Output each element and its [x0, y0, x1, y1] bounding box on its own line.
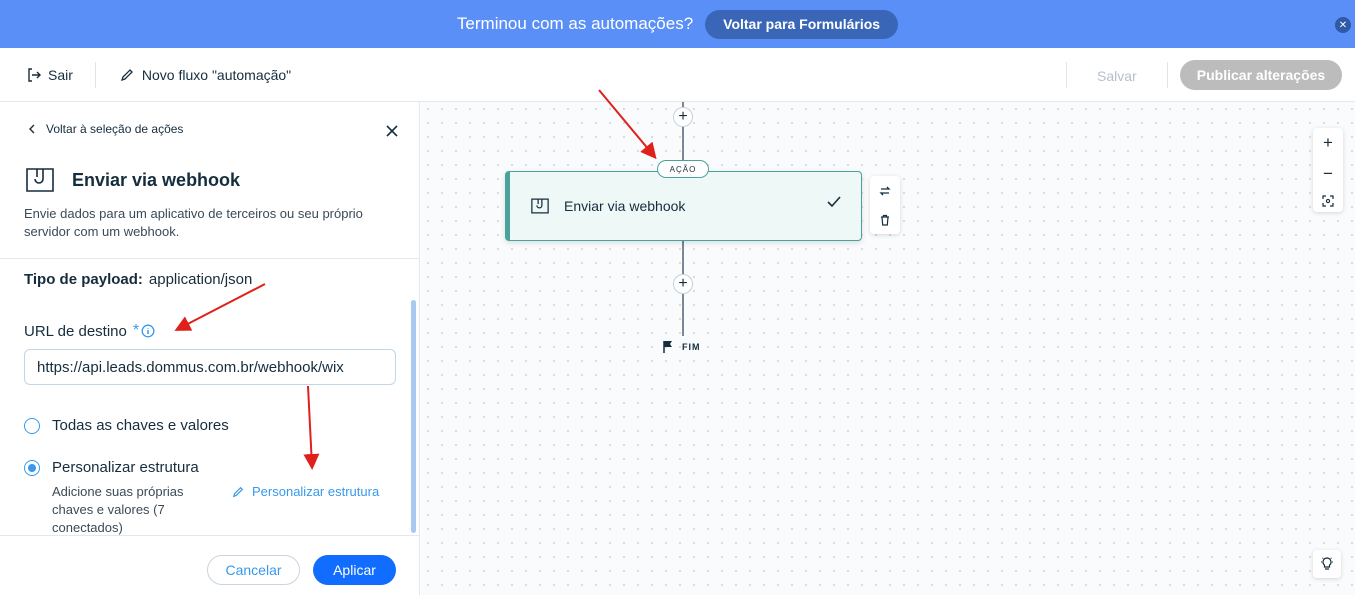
exit-button[interactable]: Sair: [27, 67, 73, 83]
footer-divider: [0, 535, 420, 536]
tips-button[interactable]: [1313, 550, 1341, 578]
panel-title: Enviar via webhook: [24, 166, 240, 194]
exit-icon: [28, 67, 41, 82]
radio-label: Personalizar estrutura: [52, 459, 199, 476]
swap-icon[interactable]: [879, 185, 891, 197]
back-to-forms-button[interactable]: Voltar para Formulários: [705, 9, 899, 39]
action-settings-panel: Voltar à seleção de ações Enviar via web…: [0, 102, 420, 595]
save-button[interactable]: Salvar: [1097, 68, 1137, 84]
custom-structure-description: Adicione suas próprias chaves e valores …: [52, 484, 184, 535]
end-label: FIM: [682, 341, 701, 352]
required-mark: *: [132, 322, 140, 339]
payload-value: application/json: [148, 271, 253, 288]
add-step-button[interactable]: +: [673, 274, 693, 294]
flow-end: FIM: [662, 340, 701, 353]
banner-close-icon[interactable]: ✕: [1335, 17, 1351, 33]
radio-circle[interactable]: [24, 417, 40, 434]
customize-structure-link[interactable]: Personalizar estrutura: [232, 484, 379, 499]
banner-text: Terminou com as automações?: [456, 14, 694, 33]
exit-label: Sair: [48, 66, 73, 83]
card-toolbar: [870, 176, 900, 234]
zoom-controls: + −: [1313, 128, 1343, 212]
payload-label: Tipo de payload:: [24, 271, 143, 288]
publish-button[interactable]: Publicar alterações: [1180, 60, 1342, 90]
fit-screen-icon[interactable]: [1322, 195, 1334, 207]
flag-icon: [663, 341, 672, 353]
back-label: Voltar à seleção de ações: [46, 122, 184, 136]
header-divider: [1066, 62, 1067, 88]
radio-label: Todas as chaves e valores: [52, 417, 229, 434]
payload-type: Tipo de payload: application/json: [24, 271, 252, 288]
trash-icon[interactable]: [879, 214, 891, 226]
add-step-button[interactable]: +: [673, 107, 693, 127]
cancel-button[interactable]: Cancelar: [207, 555, 300, 585]
url-label-text: URL de destino: [24, 322, 127, 340]
pencil-icon: [120, 68, 133, 81]
url-label: URL de destino *: [24, 322, 155, 340]
lightbulb-icon: [1321, 557, 1333, 570]
panel-title-text: Enviar via webhook: [72, 169, 241, 190]
flow-name-edit[interactable]: Novo fluxo "automação": [120, 67, 291, 83]
header-divider: [1167, 62, 1168, 88]
editor-header: Sair Novo fluxo "automação" Salvar Publi…: [0, 48, 1355, 102]
header-divider: [94, 61, 96, 88]
action-tag: AÇÃO: [657, 160, 709, 178]
action-card[interactable]: Enviar via webhook: [505, 171, 862, 241]
panel-description: Envie dados para um aplicativo de tercei…: [24, 206, 363, 239]
chevron-left-icon: [29, 124, 35, 134]
panel-close-button[interactable]: [385, 124, 399, 143]
webhook-icon: [26, 168, 54, 192]
flow-name: Novo fluxo "automação": [141, 66, 292, 83]
radio-all-keys[interactable]: Todas as chaves e valores: [24, 417, 229, 434]
top-banner: Terminou com as automações? Voltar para …: [0, 0, 1355, 48]
apply-button[interactable]: Aplicar: [313, 555, 396, 585]
zoom-out-button[interactable]: −: [1323, 164, 1333, 184]
radio-circle-selected[interactable]: [24, 459, 40, 476]
pencil-icon: [232, 486, 244, 497]
info-icon[interactable]: [141, 324, 155, 338]
webhook-icon: [531, 198, 549, 214]
flow-canvas[interactable]: + Enviar via webhook AÇÃO + FIM + −: [421, 102, 1355, 595]
check-icon: [827, 196, 841, 208]
close-icon: [386, 125, 398, 137]
panel-divider: [0, 258, 420, 259]
radio-custom-structure[interactable]: Personalizar estrutura: [24, 459, 199, 476]
url-input[interactable]: [24, 349, 396, 385]
customize-link-label: Personalizar estrutura: [252, 484, 380, 499]
back-to-actions-link[interactable]: Voltar à seleção de ações: [28, 122, 183, 136]
action-card-label: Enviar via webhook: [564, 198, 686, 214]
zoom-in-button[interactable]: +: [1323, 133, 1333, 153]
panel-scrollbar[interactable]: [411, 300, 416, 533]
